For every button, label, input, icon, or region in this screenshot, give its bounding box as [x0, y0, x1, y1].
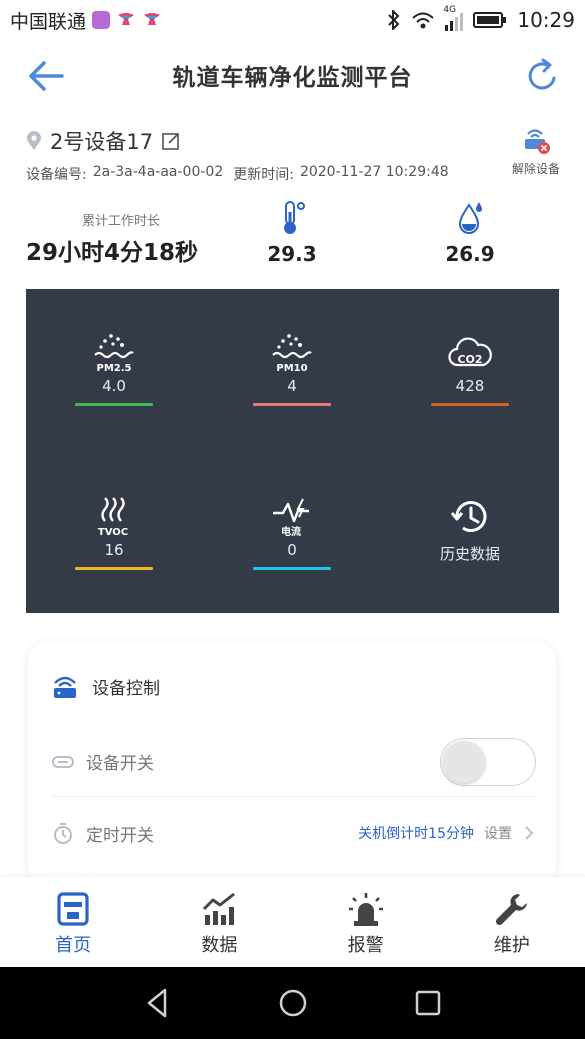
humidity-stat: 26.9	[430, 200, 510, 266]
current-icon: 电流	[273, 498, 309, 538]
timer-switch-row[interactable]: 定时开关 关机倒计时15分钟 设置	[52, 798, 536, 868]
timer-set-button[interactable]: 设置	[484, 823, 512, 843]
sensor-tvoc[interactable]: TVOC 16	[44, 495, 184, 585]
tab-maintenance-label: 维护	[493, 935, 530, 956]
refresh-icon[interactable]	[523, 56, 563, 96]
temperature-stat: 29.3	[252, 200, 332, 266]
device-power-toggle[interactable]	[440, 737, 536, 786]
alarm-light-icon	[348, 893, 383, 926]
toggle-knob	[443, 740, 485, 783]
tab-alarm[interactable]: 报警	[293, 877, 439, 967]
history-data-button[interactable]: 历史数据	[400, 495, 540, 585]
system-nav-bar	[0, 967, 585, 1039]
title-bar: 轨道车辆净化监测平台	[0, 40, 585, 110]
tab-maintenance[interactable]: 维护	[439, 877, 585, 967]
pm10-bar	[253, 403, 331, 406]
location-pin-icon	[27, 131, 41, 150]
clock: 10:29	[517, 8, 575, 32]
back-arrow-icon[interactable]	[26, 58, 66, 94]
history-data-label: 历史数据	[439, 545, 500, 563]
sensor-pm10[interactable]: PM10 4	[222, 331, 362, 421]
stats-row: 累计工作时长 29小时4分18秒 29.3 26.9	[26, 200, 566, 270]
water-drop-icon	[458, 202, 482, 234]
notification-icon	[118, 13, 135, 25]
work-duration: 累计工作时长 29小时4分18秒	[26, 210, 216, 267]
wifi-icon	[412, 12, 435, 29]
nav-back-icon[interactable]	[141, 986, 175, 1020]
current-value: 0	[287, 541, 297, 559]
pm10-icon: PM10	[272, 334, 312, 374]
status-bar: 中国联通 4G 10:29	[0, 0, 585, 40]
device-name: 2号设备17	[50, 130, 154, 154]
signal-icon: 4G	[443, 5, 464, 31]
sensor-panel: PM2.5 4.0 PM10 4 CO2 428 TVOC 16 电流 0 历史…	[26, 289, 559, 613]
pm10-name: PM10	[276, 363, 307, 374]
carrier-label: 中国联通	[10, 10, 87, 33]
temperature-value: 29.3	[267, 242, 317, 266]
unbind-device-button[interactable]: 解除设备	[506, 124, 566, 177]
work-duration-value: 29小时4分18秒	[26, 240, 199, 266]
page-title: 轨道车辆净化监测平台	[172, 65, 413, 91]
bottom-tab-bar: 首页 数据 报警 维护	[0, 877, 585, 967]
notification-icon	[144, 13, 161, 25]
network-type-label: 4G	[443, 5, 457, 15]
device-info: 2号设备17 设备编号: 2a-3a-4a-aa-00-02 更新时间: 2020-…	[26, 126, 566, 184]
co2-bar	[431, 403, 509, 406]
history-clock-icon	[450, 501, 487, 532]
tab-alarm-label: 报警	[347, 935, 384, 956]
router-icon	[54, 676, 76, 698]
work-duration-label: 累计工作时长	[81, 214, 160, 229]
pm10-value: 4	[287, 377, 297, 395]
stopwatch-icon	[54, 823, 72, 844]
timer-countdown: 关机倒计时15分钟	[358, 826, 474, 842]
app-notification-icon	[92, 11, 111, 29]
device-code-label: 设备编号:	[26, 167, 87, 183]
nav-recents-icon[interactable]	[411, 986, 445, 1020]
pm25-icon: PM2.5	[94, 334, 134, 374]
nav-home-icon[interactable]	[276, 986, 310, 1020]
device-control-header: 设备控制	[52, 673, 160, 699]
sensor-current[interactable]: 电流 0	[222, 495, 362, 585]
sensor-co2[interactable]: CO2 428	[400, 331, 540, 421]
bluetooth-icon	[388, 10, 400, 30]
update-time: 2020-11-27 10:29:48	[299, 164, 449, 180]
unbind-label: 解除设备	[511, 162, 560, 176]
current-name: 电流	[281, 525, 301, 538]
pm25-bar	[75, 403, 153, 406]
device-switch-label: 设备开关	[86, 754, 154, 774]
edit-icon[interactable]	[161, 131, 181, 151]
switch-icon	[52, 755, 74, 768]
current-bar	[253, 567, 331, 570]
tvoc-name: TVOC	[98, 527, 128, 538]
co2-value: 428	[455, 377, 485, 395]
tab-home-label: 首页	[55, 935, 92, 956]
tvoc-icon: TVOC	[98, 497, 128, 538]
chevron-right-icon[interactable]	[522, 824, 536, 842]
battery-icon	[473, 12, 507, 28]
device-meta: 设备编号: 2a-3a-4a-aa-00-02 更新时间: 2020-11-27 1…	[26, 164, 566, 184]
tvoc-bar	[75, 567, 153, 570]
device-switch-row: 设备开关	[52, 727, 536, 797]
wrench-icon	[495, 894, 527, 926]
pm25-name: PM2.5	[97, 363, 132, 374]
sensor-pm25[interactable]: PM2.5 4.0	[44, 331, 184, 421]
home-icon	[57, 892, 89, 926]
unbind-router-icon	[525, 129, 550, 154]
tvoc-value: 16	[104, 541, 124, 559]
timer-switch-label: 定时开关	[86, 825, 154, 846]
tab-home[interactable]: 首页	[0, 877, 146, 967]
update-time-label: 更新时间:	[233, 167, 294, 183]
co2-name: CO2	[457, 353, 482, 366]
device-code: 2a-3a-4a-aa-00-02	[92, 164, 224, 180]
tab-data-label: 数据	[201, 935, 238, 956]
tab-data[interactable]: 数据	[146, 877, 292, 967]
humidity-value: 26.9	[445, 242, 495, 266]
co2-cloud-icon: CO2	[448, 337, 492, 367]
thermometer-icon	[284, 201, 305, 234]
device-control-title: 设备控制	[92, 678, 160, 699]
chart-icon	[203, 892, 236, 925]
pm25-value: 4.0	[102, 377, 126, 395]
device-control-card: 设备控制 设备开关 定时开关 关机倒计时15分钟 设置	[28, 643, 556, 883]
